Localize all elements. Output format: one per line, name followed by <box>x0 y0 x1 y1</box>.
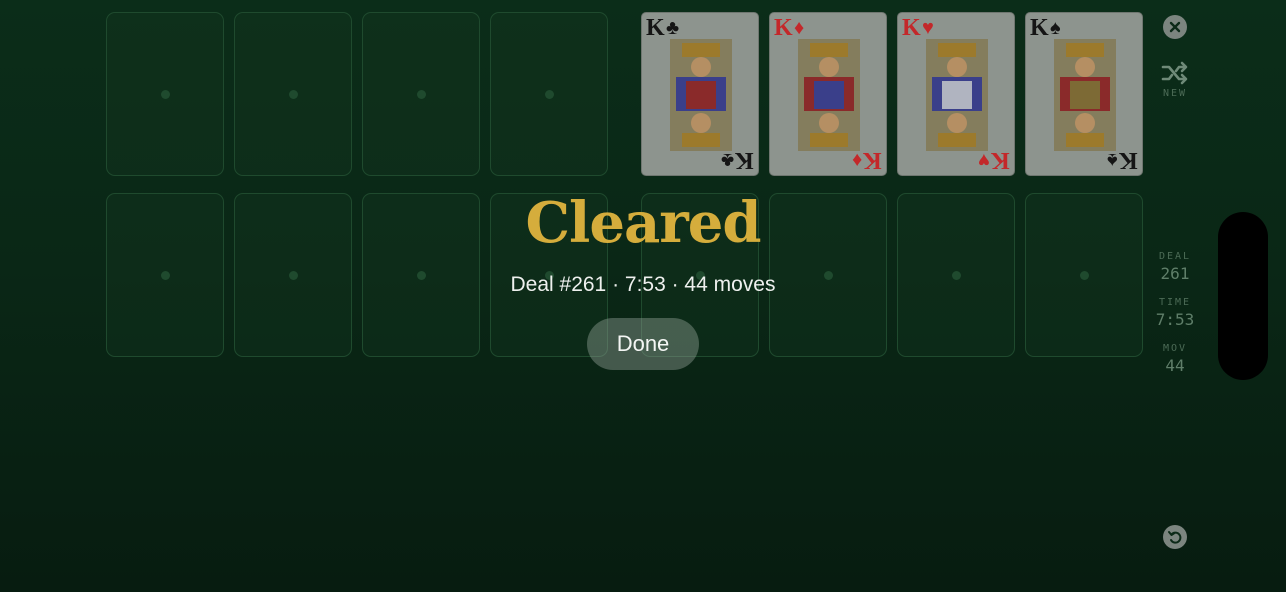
close-button[interactable] <box>1163 15 1187 39</box>
free-cell-2[interactable] <box>234 12 352 176</box>
card-rank: K <box>1119 147 1138 173</box>
moves-label: MOV <box>1162 343 1188 354</box>
moves-value: 44 <box>1165 356 1185 375</box>
time-value: 7:53 <box>1155 310 1195 329</box>
king-face-image <box>1054 39 1116 151</box>
tableau-column-2[interactable] <box>234 193 352 357</box>
card-rank: K <box>735 147 754 173</box>
foundation-hearts-card[interactable]: K ♥ ♥ K <box>897 12 1015 176</box>
undo-icon <box>1168 531 1182 544</box>
diamond-icon: ♦ <box>851 149 862 171</box>
card-rank: K <box>863 147 882 173</box>
slot-marker <box>288 270 298 280</box>
tableau-column-1[interactable] <box>106 193 224 357</box>
slot-marker <box>160 89 170 99</box>
time-label: TIME <box>1158 297 1192 308</box>
king-face-image <box>926 39 988 151</box>
slot-marker <box>160 270 170 280</box>
scroll-handle[interactable] <box>1218 212 1268 380</box>
free-cell-1[interactable] <box>106 12 224 176</box>
club-icon: ♣ <box>720 149 734 171</box>
close-icon <box>1169 21 1181 33</box>
new-game-label: NEW <box>1162 88 1188 99</box>
new-game-button[interactable]: NEW <box>1145 58 1205 102</box>
slot-marker <box>1079 270 1089 280</box>
heart-icon: ♥ <box>978 149 990 171</box>
tableau-column-7[interactable] <box>897 193 1015 357</box>
deal-number: 261 <box>1160 264 1190 283</box>
slot-marker <box>416 89 426 99</box>
slot-marker <box>951 270 961 280</box>
spade-icon: ♠ <box>1107 149 1118 171</box>
deal-label: DEAL <box>1158 251 1192 262</box>
slot-marker <box>544 89 554 99</box>
king-face-image <box>670 39 732 151</box>
done-button[interactable]: Done <box>587 318 699 370</box>
shuffle-icon <box>1161 61 1188 85</box>
free-cell-3[interactable] <box>362 12 480 176</box>
game-summary: Deal #261 · 7:53 · 44 moves <box>510 273 776 296</box>
king-face-image <box>798 39 860 151</box>
tableau-column-8[interactable] <box>1025 193 1143 357</box>
cleared-title: Cleared <box>525 190 761 256</box>
foundation-spades-card[interactable]: K ♠ ♠ K <box>1025 12 1143 176</box>
foundation-diamonds-card[interactable]: K ♦ ♦ K <box>769 12 887 176</box>
undo-button[interactable] <box>1163 525 1187 549</box>
free-cell-4[interactable] <box>490 12 608 176</box>
foundation-clubs-card[interactable]: K ♣ ♣ K <box>641 12 759 176</box>
slot-marker <box>288 89 298 99</box>
card-rank: K <box>991 147 1010 173</box>
